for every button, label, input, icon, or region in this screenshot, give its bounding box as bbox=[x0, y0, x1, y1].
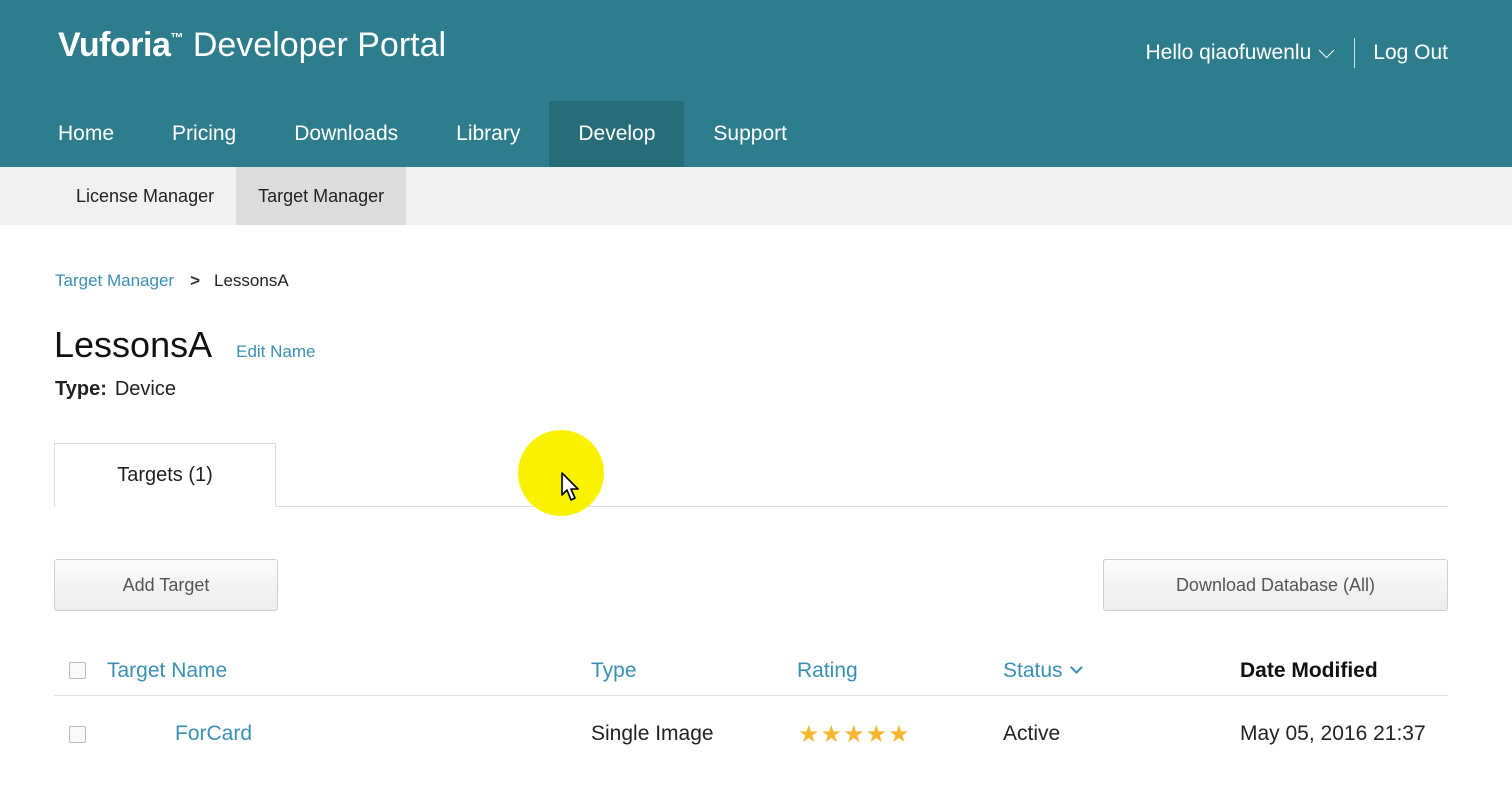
column-header-status-label: Status bbox=[1003, 658, 1063, 682]
user-area: Hello qiaofuwenlu Log Out bbox=[1145, 38, 1448, 68]
chevron-down-icon bbox=[1069, 661, 1083, 674]
user-greeting: Hello qiaofuwenlu bbox=[1145, 41, 1312, 64]
brand-name: Vuforia bbox=[58, 26, 171, 64]
breadcrumb: Target Manager > LessonsA bbox=[55, 271, 289, 291]
select-all-checkbox[interactable] bbox=[69, 662, 86, 679]
top-header: Vuforia™ Developer Portal Hello qiaofuwe… bbox=[0, 0, 1512, 167]
main-nav: Home Pricing Downloads Library Develop S… bbox=[29, 101, 816, 167]
mouse-pointer-icon bbox=[561, 472, 579, 501]
edit-name-link[interactable]: Edit Name bbox=[236, 342, 315, 362]
breadcrumb-current: LessonsA bbox=[214, 271, 289, 290]
title-row: LessonsA Edit Name bbox=[54, 324, 315, 366]
nav-item-support[interactable]: Support bbox=[684, 101, 816, 167]
row-checkbox-cell bbox=[69, 706, 86, 762]
brand-logo[interactable]: Vuforia™ Developer Portal bbox=[58, 26, 446, 65]
subnav-item-license-manager[interactable]: License Manager bbox=[54, 167, 236, 225]
nav-item-downloads[interactable]: Downloads bbox=[265, 101, 427, 167]
column-header-target-name[interactable]: Target Name bbox=[107, 646, 227, 695]
header-divider bbox=[1354, 38, 1356, 68]
page-title: LessonsA bbox=[54, 324, 213, 365]
type-value: Device bbox=[114, 378, 176, 400]
column-header-date-modified: Date Modified bbox=[1240, 658, 1378, 682]
nav-item-home[interactable]: Home bbox=[29, 101, 143, 167]
chevron-down-icon bbox=[1318, 42, 1335, 58]
column-header-rating[interactable]: Rating bbox=[797, 646, 858, 695]
subnav-item-target-manager[interactable]: Target Manager bbox=[236, 167, 407, 225]
table-header: Target Name Type Rating Status Date Modi… bbox=[54, 646, 1448, 696]
target-name-link[interactable]: ForCard bbox=[175, 706, 252, 762]
nav-item-library[interactable]: Library bbox=[427, 101, 549, 167]
add-target-button[interactable]: Add Target bbox=[54, 559, 278, 611]
rating-stars-icon: ★★★★★ bbox=[798, 720, 911, 748]
database-type: Type: Device bbox=[55, 378, 176, 401]
table-row: ForCard Single Image ★★★★★ Active May 05… bbox=[54, 706, 1448, 762]
target-status: Active bbox=[1003, 722, 1061, 745]
download-database-button[interactable]: Download Database (All) bbox=[1103, 559, 1448, 611]
column-header-status[interactable]: Status bbox=[1003, 646, 1083, 695]
column-header-type[interactable]: Type bbox=[591, 646, 637, 695]
sub-nav: License Manager Target Manager bbox=[0, 167, 1512, 225]
breadcrumb-separator: > bbox=[190, 271, 201, 290]
nav-item-develop[interactable]: Develop bbox=[549, 101, 685, 167]
tab-targets[interactable]: Targets (1) bbox=[54, 443, 276, 507]
user-menu-button[interactable]: Hello qiaofuwenlu bbox=[1145, 41, 1335, 65]
type-label: Type: bbox=[55, 378, 107, 400]
breadcrumb-target-manager-link[interactable]: Target Manager bbox=[55, 271, 174, 291]
target-type: Single Image bbox=[591, 722, 714, 745]
brand-subtitle: Developer Portal bbox=[183, 26, 447, 64]
row-checkbox[interactable] bbox=[69, 725, 86, 743]
nav-item-pricing[interactable]: Pricing bbox=[143, 101, 265, 167]
brand-trademark: ™ bbox=[170, 30, 184, 45]
target-date-modified: May 05, 2016 21:37 bbox=[1240, 722, 1426, 745]
logout-link[interactable]: Log Out bbox=[1373, 41, 1448, 65]
select-all-checkbox-cell bbox=[69, 646, 86, 695]
